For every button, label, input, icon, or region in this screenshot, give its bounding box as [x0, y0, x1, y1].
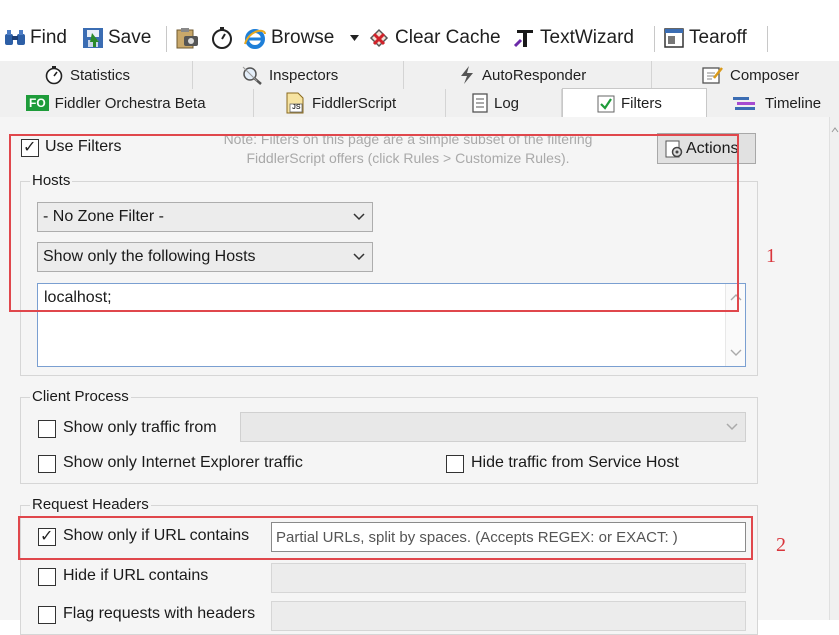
text-wizard-icon — [512, 26, 536, 50]
annotation-box-url-filter — [18, 516, 753, 560]
log-icon — [472, 93, 488, 113]
flag-requests-checkbox[interactable] — [38, 606, 56, 624]
show-only-traffic-from-label: Show only traffic from — [63, 419, 217, 436]
save-icon — [82, 27, 104, 49]
tearoff-label: Tearoff — [689, 27, 747, 48]
js-badge: JS — [292, 104, 301, 111]
show-only-traffic-from-checkbox[interactable] — [38, 420, 56, 438]
tab-label: Composer — [730, 66, 800, 84]
browse-label: Browse — [271, 27, 335, 48]
toolbar-separator — [767, 26, 768, 52]
hide-url-input[interactable] — [271, 563, 746, 593]
tearoff-button[interactable]: Tearoff — [663, 18, 747, 58]
hide-service-host-label: Hide traffic from Service Host — [471, 454, 679, 471]
show-only-ie-checkbox[interactable] — [38, 455, 56, 473]
hide-if-url-contains-label: Hide if URL contains — [63, 567, 209, 584]
annotation-number-2: 2 — [776, 534, 786, 556]
show-only-ie-label: Show only Internet Explorer traffic — [63, 454, 303, 471]
tab-label: Fiddler Orchestra Beta — [54, 94, 206, 112]
save-label: Save — [108, 27, 152, 48]
timer-button[interactable] — [210, 18, 234, 58]
tab-label: AutoResponder — [482, 66, 587, 84]
screenshot-button[interactable] — [175, 18, 199, 58]
caret-down-icon — [350, 35, 359, 41]
tab-filters[interactable]: Filters — [562, 88, 707, 118]
text-wizard-label: TextWizard — [540, 27, 634, 48]
tab-label: Timeline — [765, 94, 822, 112]
timeline-icon — [733, 95, 759, 111]
tab-statistics[interactable]: Statistics — [0, 61, 193, 89]
internet-explorer-icon — [243, 26, 267, 50]
fo-badge-icon: FO — [26, 95, 49, 111]
lightning-icon — [458, 65, 476, 85]
find-button[interactable]: Find — [4, 18, 67, 58]
process-select[interactable] — [240, 412, 746, 442]
inspectors-icon — [241, 65, 263, 85]
clear-cache-button[interactable]: Clear Cache — [367, 18, 501, 58]
save-button[interactable]: Save — [82, 18, 151, 58]
hide-service-host-checkbox[interactable] — [446, 455, 464, 473]
browse-dropdown[interactable] — [350, 18, 359, 58]
annotation-box-hosts — [9, 134, 739, 312]
annotation-number-1: 1 — [766, 245, 776, 267]
panel-scrollbar[interactable] — [829, 117, 839, 620]
binoculars-icon — [4, 29, 26, 47]
tab-label: Filters — [621, 95, 662, 112]
tab-inspectors[interactable]: Inspectors — [193, 61, 404, 89]
request-headers-group-title: Request Headers — [30, 496, 151, 513]
client-process-group-title: Client Process — [30, 388, 131, 405]
find-label: Find — [30, 27, 67, 48]
tab-label: Log — [494, 94, 520, 112]
flag-headers-input[interactable] — [271, 601, 746, 631]
tab-row-secondary: FO Fiddler Orchestra Beta JS FiddlerScri… — [0, 88, 839, 118]
flag-requests-label: Flag requests with headers — [63, 605, 256, 622]
tearoff-window-icon — [663, 27, 685, 49]
tab-log[interactable]: Log — [446, 89, 562, 117]
composer-icon — [702, 65, 724, 85]
script-file-icon: JS — [284, 92, 306, 114]
tab-autoresponder[interactable]: AutoResponder — [404, 61, 652, 89]
browse-button[interactable]: Browse — [243, 18, 334, 58]
toolbar-separator — [654, 26, 655, 52]
tab-composer[interactable]: Composer — [652, 61, 839, 89]
checkbox-icon — [597, 95, 615, 113]
tab-label: Inspectors — [269, 66, 339, 84]
tab-label: FiddlerScript — [312, 94, 397, 112]
hide-if-url-contains-checkbox[interactable] — [38, 568, 56, 586]
chevron-down-icon — [725, 419, 739, 433]
stopwatch-icon — [210, 26, 234, 50]
text-wizard-button[interactable]: TextWizard — [512, 18, 634, 58]
toolbar: Find Save Browse Clear Cache TextWizard … — [0, 18, 839, 58]
clear-cache-icon — [367, 27, 391, 49]
tab-timeline[interactable]: Timeline — [707, 89, 839, 117]
tab-fiddler-orchestra[interactable]: FO Fiddler Orchestra Beta — [0, 89, 254, 117]
tab-label: Statistics — [70, 66, 131, 84]
tab-row-primary: Statistics Inspectors AutoResponder Comp… — [0, 61, 839, 89]
tab-fiddlerscript[interactable]: JS FiddlerScript — [254, 89, 446, 117]
stopwatch-icon — [44, 65, 64, 85]
clear-cache-label: Clear Cache — [395, 27, 501, 48]
clipboard-camera-icon — [175, 27, 199, 49]
toolbar-separator — [166, 26, 167, 52]
